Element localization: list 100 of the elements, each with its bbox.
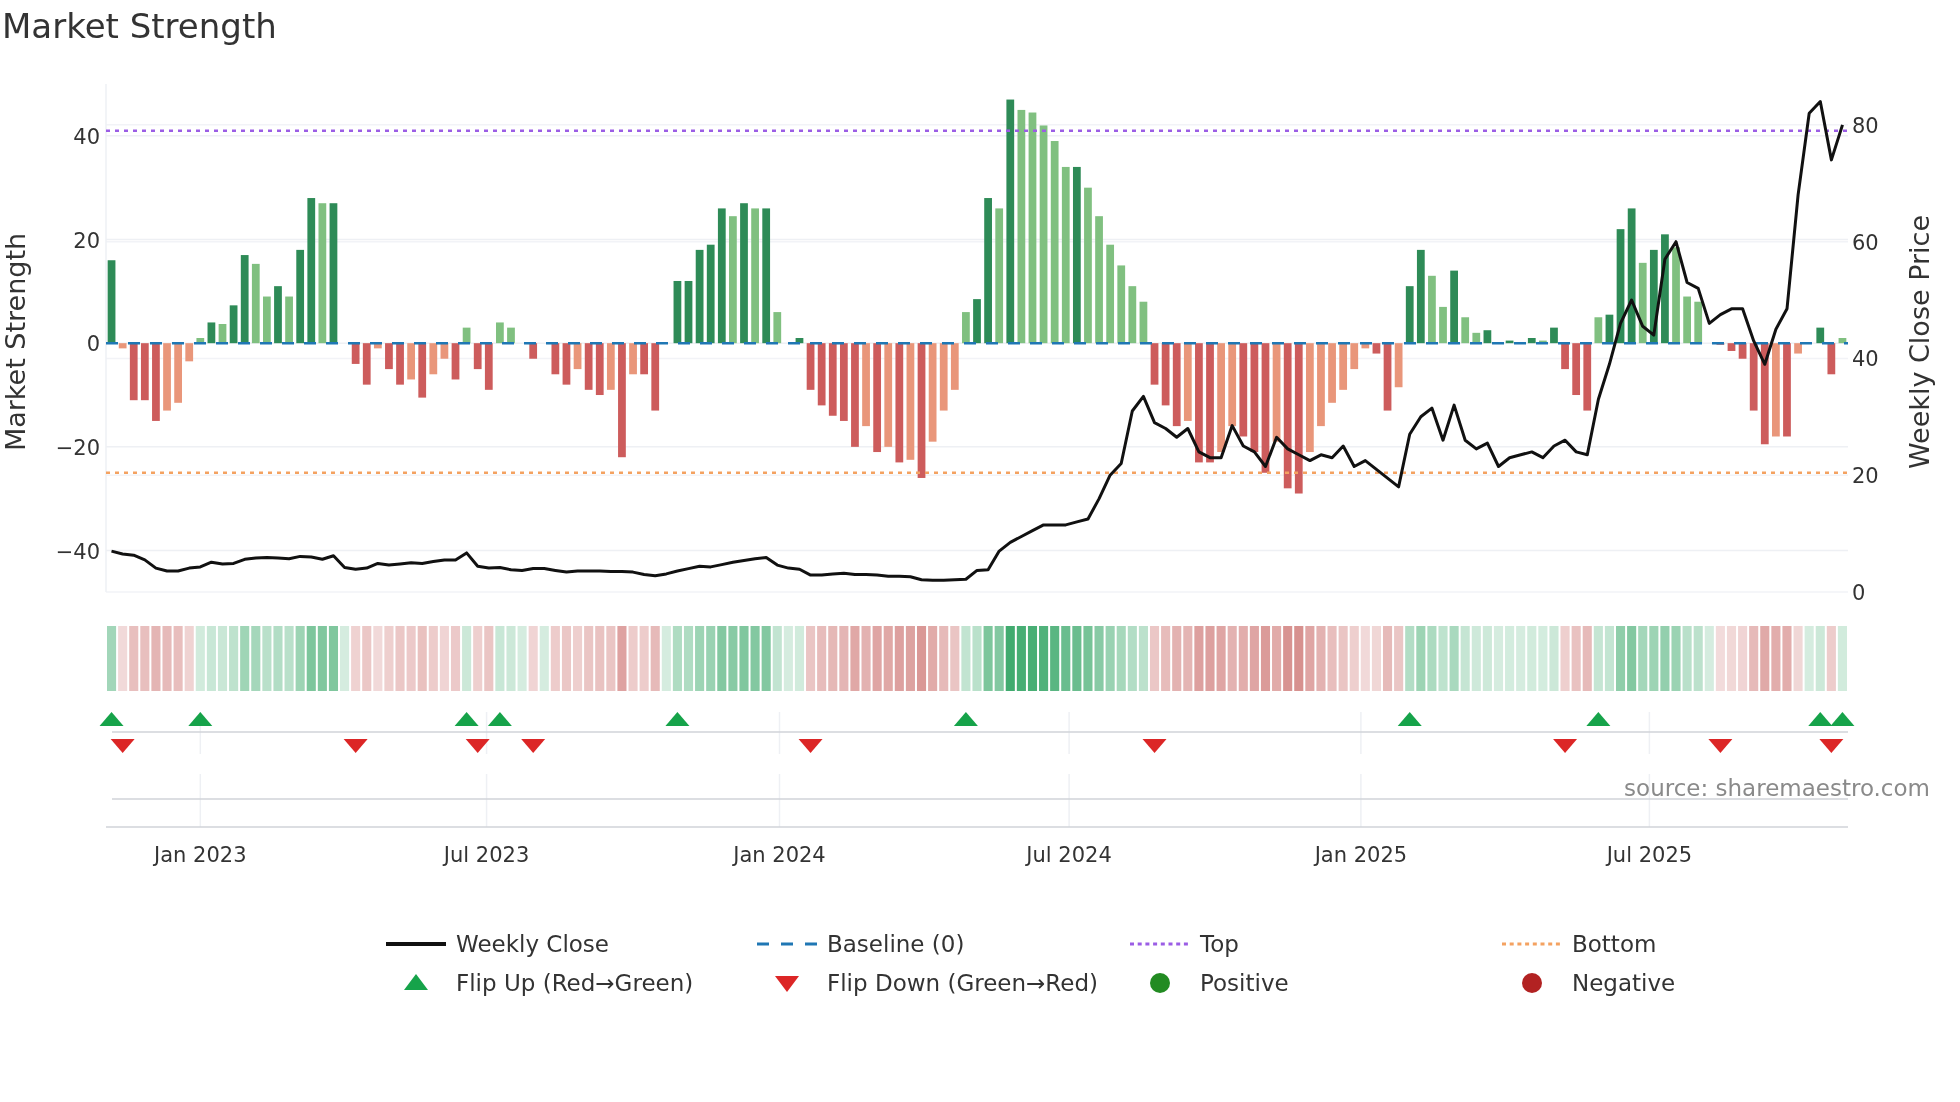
axis-tick-label: Jul 2025 bbox=[1606, 843, 1693, 867]
bar bbox=[1461, 317, 1470, 344]
axis-tick-label: Jul 2023 bbox=[443, 843, 530, 867]
legend-label[interactable]: Positive bbox=[1200, 970, 1289, 996]
bar bbox=[373, 343, 382, 349]
bar bbox=[196, 338, 205, 344]
bar bbox=[1505, 340, 1514, 344]
bar bbox=[962, 312, 970, 344]
bar bbox=[1572, 343, 1581, 395]
bar bbox=[1594, 317, 1603, 344]
legend-label[interactable]: Negative bbox=[1572, 970, 1676, 996]
bar bbox=[1583, 343, 1592, 411]
bar bbox=[285, 296, 293, 344]
flip-up-marker bbox=[99, 712, 124, 726]
flip-down-marker bbox=[110, 739, 135, 753]
bar bbox=[1605, 314, 1614, 344]
flip-down-marker bbox=[1819, 739, 1844, 753]
axis-tick-label: 0 bbox=[86, 332, 100, 357]
bar bbox=[1128, 286, 1137, 344]
flip-down-marker bbox=[798, 739, 823, 753]
bar bbox=[1539, 340, 1547, 344]
flip-up-marker bbox=[1830, 712, 1855, 726]
axis-tick-label: −20 bbox=[55, 435, 100, 460]
bar bbox=[1683, 296, 1691, 344]
bar bbox=[140, 343, 149, 401]
bar bbox=[440, 343, 449, 359]
bar bbox=[473, 343, 482, 370]
bar bbox=[1527, 338, 1536, 344]
bar bbox=[1328, 343, 1336, 403]
legend-label[interactable]: Flip Up (Red→Green) bbox=[456, 970, 694, 996]
bar bbox=[1827, 343, 1836, 375]
bar bbox=[817, 343, 826, 406]
source-note: source: sharemaestro.com bbox=[1624, 775, 1930, 801]
bar bbox=[407, 343, 415, 380]
bar bbox=[218, 324, 227, 344]
bar bbox=[1161, 343, 1170, 406]
bar bbox=[1816, 327, 1825, 344]
bar bbox=[185, 343, 194, 362]
bar bbox=[1439, 306, 1447, 344]
flip-up-marker bbox=[665, 712, 690, 726]
bar bbox=[1838, 338, 1847, 344]
bar bbox=[462, 327, 471, 344]
flip-down-marker bbox=[1142, 739, 1167, 753]
bar bbox=[174, 343, 182, 403]
axis-tick-label: 40 bbox=[73, 124, 100, 149]
bar bbox=[1428, 275, 1436, 344]
flip-up-marker bbox=[487, 712, 512, 726]
axis-tick-label: Jul 2024 bbox=[1026, 843, 1112, 867]
bar bbox=[396, 343, 404, 385]
flip-up-marker bbox=[1586, 712, 1611, 726]
flip-down-marker bbox=[465, 739, 490, 753]
flip-down-marker bbox=[1708, 739, 1733, 753]
bar bbox=[429, 343, 438, 375]
bar bbox=[1339, 343, 1348, 390]
bar bbox=[229, 305, 238, 344]
bar bbox=[274, 286, 282, 344]
bar bbox=[362, 343, 371, 385]
legend-label[interactable]: Weekly Close bbox=[456, 931, 609, 957]
axis-tick-label: Jan 2024 bbox=[733, 843, 826, 867]
legend-label[interactable]: Bottom bbox=[1572, 931, 1657, 957]
bar bbox=[263, 296, 271, 344]
bar bbox=[1738, 343, 1747, 359]
bar bbox=[1749, 343, 1758, 411]
bar bbox=[1483, 330, 1492, 344]
axis-tick-label: Jan 2023 bbox=[154, 843, 247, 867]
axis-tick-label: 20 bbox=[73, 228, 100, 253]
flip-up-marker bbox=[1397, 712, 1422, 726]
bar bbox=[484, 343, 493, 390]
bar bbox=[684, 281, 693, 344]
bar bbox=[385, 343, 393, 370]
bar bbox=[606, 343, 615, 390]
bar bbox=[1550, 327, 1558, 344]
bar bbox=[629, 343, 637, 375]
bar bbox=[950, 343, 959, 390]
flip-up-marker bbox=[454, 712, 479, 726]
legend-label[interactable]: Flip Down (Green→Red) bbox=[827, 970, 1098, 996]
flip-down-marker bbox=[521, 739, 546, 753]
axis-title: Market Strength bbox=[0, 232, 31, 452]
bar bbox=[207, 322, 216, 344]
flip-down-marker bbox=[343, 739, 368, 753]
bar bbox=[1694, 301, 1703, 344]
axis-title: Weekly Close Price bbox=[1904, 215, 1935, 469]
bar bbox=[640, 343, 648, 375]
bar bbox=[351, 343, 360, 364]
bar bbox=[496, 322, 504, 344]
bar bbox=[573, 343, 582, 370]
bar bbox=[651, 343, 660, 411]
axis-tick-label: Jan 2025 bbox=[1314, 843, 1408, 867]
legend-label[interactable]: Baseline (0) bbox=[827, 931, 965, 957]
bar bbox=[129, 343, 138, 401]
legend-label[interactable]: Top bbox=[1200, 931, 1239, 957]
axis-tick-label: 20 bbox=[1852, 464, 1879, 489]
bar bbox=[1150, 343, 1159, 385]
flip-up-marker bbox=[1808, 712, 1833, 726]
flip-down-marker bbox=[1553, 739, 1578, 753]
bar bbox=[562, 343, 571, 385]
bar bbox=[1794, 343, 1802, 354]
bar bbox=[1361, 343, 1370, 349]
bar bbox=[507, 327, 515, 344]
bar bbox=[673, 281, 682, 344]
